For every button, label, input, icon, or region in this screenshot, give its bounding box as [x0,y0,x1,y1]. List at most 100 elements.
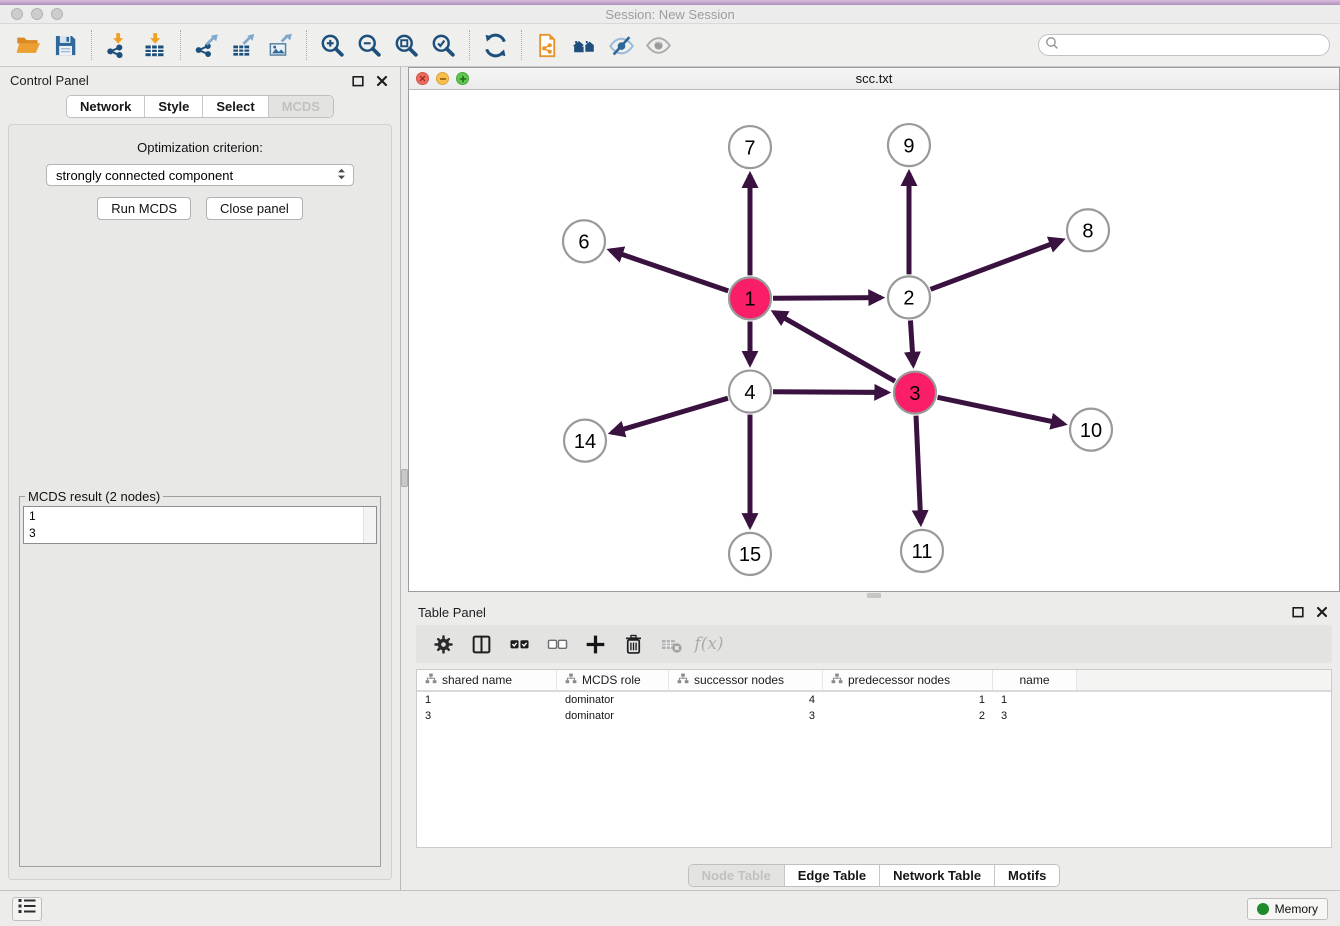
edge-4-14[interactable] [612,398,728,433]
show-all-networks-button[interactable] [566,28,603,62]
network-minimize-button[interactable] [436,72,449,85]
edge-1-2[interactable] [773,298,881,299]
search-box[interactable] [1038,34,1330,56]
edge-2-8[interactable] [931,240,1062,289]
float-table-panel-icon[interactable] [1290,604,1306,620]
vertical-splitter-grip[interactable] [401,469,408,487]
vertical-splitter[interactable] [401,67,408,890]
select-all-rows-icon [508,633,531,656]
mcds-result-area[interactable]: 1 3 [23,506,377,544]
run-mcds-button[interactable]: Run MCDS [97,197,191,220]
control-tab-network[interactable]: Network [67,96,144,117]
memory-button[interactable]: Memory [1247,898,1328,920]
network-window-title: scc.txt [856,71,893,86]
edge-3-1[interactable] [774,312,895,381]
import-table-button[interactable] [136,28,173,62]
new-network-from-selection-button[interactable] [529,28,566,62]
node-9[interactable]: 9 [888,124,930,166]
task-history-button[interactable] [12,897,42,921]
select-stepper-icon [335,167,348,184]
node-11[interactable]: 11 [901,530,943,572]
window-close-button[interactable] [11,8,23,20]
window-minimize-button[interactable] [31,8,43,20]
column-header-successor-nodes[interactable]: successor nodes [669,670,823,690]
node-label-2: 2 [903,288,914,310]
open-session-button[interactable] [10,28,47,62]
export-network-button[interactable] [188,28,225,62]
edge-1-6[interactable] [610,250,728,291]
table-tab-network-table[interactable]: Network Table [879,865,994,886]
zoom-out-button[interactable] [351,28,388,62]
column-header-label: successor nodes [694,673,784,687]
column-header-predecessor-nodes[interactable]: predecessor nodes [823,670,993,690]
column-header-shared-name[interactable]: shared name [417,670,557,690]
zoom-fit-button[interactable] [388,28,425,62]
network-window-titlebar[interactable]: scc.txt [409,68,1339,90]
export-image-icon [267,32,294,59]
delete-column-button[interactable] [616,629,650,659]
close-panel-button[interactable]: Close panel [206,197,303,220]
control-tab-style[interactable]: Style [144,96,202,117]
column-header-name[interactable]: name [993,670,1077,690]
select-all-rows-button[interactable] [502,629,536,659]
table-row-2[interactable]: 3dominator323 [417,708,1331,724]
node-7[interactable]: 7 [729,126,771,168]
table-row-1[interactable]: 1dominator411 [417,692,1331,708]
node-15[interactable]: 15 [729,533,771,575]
zoom-in-button[interactable] [314,28,351,62]
node-1[interactable]: 1 [729,277,771,319]
table-toolbar: f(x) [416,625,1332,663]
tree-icon [831,673,843,687]
export-image-button[interactable] [262,28,299,62]
show-selected-button[interactable] [640,28,677,62]
node-14[interactable]: 14 [564,420,606,462]
edge-2-3[interactable] [910,320,913,364]
node-4[interactable]: 4 [729,371,771,413]
export-table-icon [230,32,257,59]
window-titlebar: Session: New Session [0,5,1340,24]
show-columns-button[interactable] [464,629,498,659]
function-builder-icon: f(x) [694,634,723,654]
edge-3-10[interactable] [938,397,1064,424]
horizontal-splitter[interactable] [408,592,1340,600]
node-8[interactable]: 8 [1067,209,1109,251]
network-maximize-button[interactable] [456,72,469,85]
show-all-networks-icon [571,32,598,59]
control-tab-select[interactable]: Select [202,96,267,117]
hide-selected-button[interactable] [603,28,640,62]
horizontal-splitter-grip[interactable] [867,593,881,598]
search-input[interactable] [1062,38,1323,52]
control-tab-mcds[interactable]: MCDS [268,96,333,117]
network-close-button[interactable] [416,72,429,85]
table-tab-motifs[interactable]: Motifs [994,865,1059,886]
zoom-in-icon [319,32,346,59]
task-list-icon [16,896,38,921]
float-panel-icon[interactable] [350,73,366,89]
close-table-panel-icon[interactable] [1314,604,1330,620]
node-10[interactable]: 10 [1070,409,1112,451]
zoom-selected-button[interactable] [425,28,462,62]
delete-column-icon [622,633,645,656]
table-tab-edge-table[interactable]: Edge Table [784,865,879,886]
window-title: Session: New Session [605,7,734,22]
table-tab-node-table[interactable]: Node Table [689,865,784,886]
export-table-button[interactable] [225,28,262,62]
apply-layout-button[interactable] [477,28,514,62]
deselect-all-rows-button[interactable] [540,629,574,659]
node-6[interactable]: 6 [563,220,605,262]
node-3[interactable]: 3 [894,372,936,414]
table-header-row: shared nameMCDS role successor nodes prede… [417,670,1331,692]
add-column-button[interactable] [578,629,612,659]
table-settings-button[interactable] [426,629,460,659]
node-2[interactable]: 2 [888,276,930,318]
edge-3-11[interactable] [916,416,921,523]
column-header-mcds-role[interactable]: MCDS role [557,670,669,690]
criterion-select[interactable]: strongly connected component [46,164,354,186]
save-session-button[interactable] [47,28,84,62]
close-panel-icon[interactable] [374,73,390,89]
result-scrollbar[interactable] [363,507,376,543]
import-network-button[interactable] [99,28,136,62]
edge-4-3[interactable] [773,392,887,393]
network-canvas[interactable]: 7 9 6 8 1 2 4 3 14 10 15 11 [409,90,1339,591]
window-zoom-button[interactable] [51,8,63,20]
